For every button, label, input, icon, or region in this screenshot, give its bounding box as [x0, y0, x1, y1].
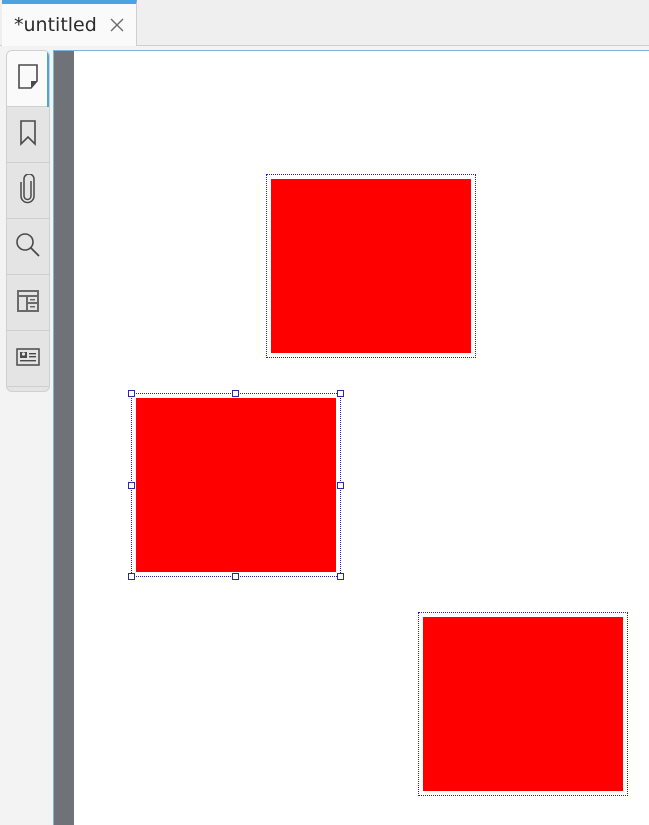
red-rectangle-fill [136, 398, 336, 572]
page-icon [17, 63, 39, 94]
sidebar-item-signatures[interactable] [7, 331, 49, 387]
resize-handle-top-right[interactable] [337, 390, 344, 397]
sidebar-item-layers[interactable] [7, 275, 49, 331]
tab-title: *untitled [14, 14, 97, 36]
bookmark-icon [19, 119, 37, 150]
sidebar [6, 50, 50, 392]
resize-handle-bottom[interactable] [232, 573, 239, 580]
document-viewport [53, 50, 649, 825]
search-icon [15, 232, 41, 262]
red-rectangle-1[interactable] [266, 174, 476, 358]
resize-handle-bottom-left[interactable] [128, 573, 135, 580]
tab-bar: *untitled [0, 0, 649, 46]
sidebar-item-search[interactable] [7, 219, 49, 275]
resize-handle-bottom-right[interactable] [337, 573, 344, 580]
red-rectangle-fill [423, 617, 623, 791]
sidebar-item-attachments[interactable] [7, 163, 49, 219]
sidebar-item-page-thumbnails[interactable] [7, 51, 49, 107]
page-gutter [54, 51, 74, 825]
document-page[interactable] [74, 51, 649, 825]
tab-untitled[interactable]: *untitled [2, 0, 137, 46]
layers-icon [16, 289, 40, 317]
red-rectangle-2[interactable] [128, 390, 344, 580]
app-window: *untitled [0, 0, 649, 825]
signature-card-icon [16, 347, 40, 370]
sidebar-item-bookmarks[interactable] [7, 107, 49, 163]
resize-handle-left[interactable] [128, 482, 135, 489]
red-rectangle-fill [271, 179, 471, 353]
red-rectangle-3[interactable] [418, 612, 628, 796]
paperclip-icon [19, 172, 37, 208]
resize-handle-right[interactable] [337, 482, 344, 489]
close-icon[interactable] [108, 16, 126, 34]
resize-handle-top[interactable] [232, 390, 239, 397]
resize-handle-top-left[interactable] [128, 390, 135, 397]
